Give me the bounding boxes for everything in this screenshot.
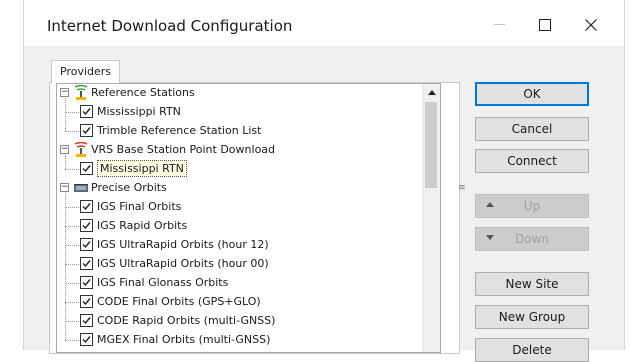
collapse-toggle-icon[interactable]: − [60,145,69,154]
tree-item-label: MGEX Final Orbits (multi-GNSS) [97,333,271,346]
tree-item-label: Trimble Reference Station List [97,124,262,137]
tree-item-label: Mississippi RTN [97,105,181,118]
up-button-label: Up [523,199,541,213]
tree-connector [65,245,79,246]
cancel-button[interactable]: Cancel [475,117,589,141]
maximize-button[interactable] [522,10,568,40]
antenna-green-icon [73,84,89,101]
connect-button[interactable]: Connect [475,149,589,173]
tree-connector [65,193,66,340]
item-checkbox[interactable] [80,162,93,175]
down-arrow-icon [486,235,494,240]
providers-tab-panel: − Reference Stations Mississippi RTN Trimbl… [49,82,460,354]
tree-item-row[interactable]: CODE Final Orbits (GPS+GLO) [57,293,437,311]
down-button[interactable]: Down [475,227,589,251]
tree-group-row[interactable]: − Reference Stations [57,84,437,102]
window-title: Internet Download Configuration [47,17,293,35]
tree-item-row[interactable] [57,350,437,353]
minimize-button[interactable] [476,10,522,40]
item-checkbox[interactable] [80,314,93,327]
tree-group-label: VRS Base Station Point Download [91,143,276,156]
tree-item-label: CODE Rapid Orbits (multi-GNSS) [97,314,276,327]
item-checkbox[interactable] [80,105,93,118]
close-button[interactable] [568,10,614,40]
item-checkbox[interactable] [80,200,93,213]
tree-connector [65,207,79,208]
tree-item-label: IGS Final Orbits [97,200,182,213]
tree-item-label: IGS Final Glonass Orbits [97,276,229,289]
tree-connector [65,155,66,169]
maximize-icon [539,19,551,31]
new-group-button[interactable]: New Group [475,305,589,329]
item-checkbox[interactable] [80,295,93,308]
collapse-toggle-icon[interactable]: − [60,183,69,192]
tree-connector [65,226,79,227]
tree-group-label: Reference Stations [91,86,195,99]
ok-button[interactable]: OK [475,82,589,106]
tree-item-label: Mississippi RTN [97,160,187,177]
tree-group-row[interactable]: − VRS Base Station Point Download [57,141,437,159]
splitter-grip-icon[interactable]: ≡ [458,183,466,193]
tree-connector [65,131,79,132]
item-checkbox[interactable] [80,352,93,353]
delete-button[interactable]: Delete [475,338,589,362]
close-icon [585,19,597,31]
tree-connector [65,340,79,341]
tree-item-row[interactable]: Mississippi RTN [57,103,437,121]
down-button-label: Down [514,232,549,246]
tree-item-row[interactable]: IGS Final Glonass Orbits [57,274,437,292]
title-bar[interactable]: Internet Download Configuration [24,0,624,46]
tree-group-row[interactable]: − Precise Orbits [57,179,437,197]
internet-download-configuration-dialog: Internet Download Configuration Provider… [23,0,625,362]
item-checkbox[interactable] [80,219,93,232]
tree-connector [65,112,79,113]
item-checkbox[interactable] [80,276,93,289]
tree-item-row[interactable]: Mississippi RTN [57,160,437,178]
up-arrow-icon [486,202,494,207]
tree-item-row[interactable]: Trimble Reference Station List [57,122,437,140]
new-site-button[interactable]: New Site [475,272,589,296]
tree-item-label: CODE Final Orbits (GPS+GLO) [97,295,261,308]
item-checkbox[interactable] [80,124,93,137]
dialog-client-area: Providers − Reference Stations Mississippi… [24,46,624,362]
item-checkbox[interactable] [80,257,93,270]
tree-item-row[interactable]: MGEX Final Orbits (multi-GNSS) [57,331,437,349]
minimize-icon [493,24,505,25]
tree-connector [65,302,79,303]
tree-item-row[interactable]: IGS UltraRapid Orbits (hour 00) [57,255,437,273]
tab-providers[interactable]: Providers [51,60,121,83]
item-checkbox[interactable] [80,238,93,251]
tree-item-row[interactable]: CODE Rapid Orbits (multi-GNSS) [57,312,437,330]
tree-item-label: IGS Rapid Orbits [97,219,188,232]
antenna-red-icon [73,141,89,158]
tree-item-row[interactable]: IGS UltraRapid Orbits (hour 12) [57,236,437,254]
tree-connector [65,98,66,131]
tree-connector [65,283,79,284]
providers-tree[interactable]: − Reference Stations Mississippi RTN Trimbl… [56,83,441,353]
collapse-toggle-icon[interactable]: − [60,88,69,97]
tree-item-label: IGS UltraRapid Orbits (hour 12) [97,238,269,251]
tree-connector [65,321,79,322]
tree-connector [65,264,79,265]
tree-connector [65,169,79,170]
tree-group-label: Precise Orbits [91,181,167,194]
item-checkbox[interactable] [80,333,93,346]
tree-item-row[interactable]: IGS Rapid Orbits [57,217,437,235]
satellite-icon [73,180,89,196]
tree-item-row[interactable]: IGS Final Orbits [57,198,437,216]
tree-item-label: IGS UltraRapid Orbits (hour 00) [97,257,269,270]
up-button[interactable]: Up [475,194,589,218]
